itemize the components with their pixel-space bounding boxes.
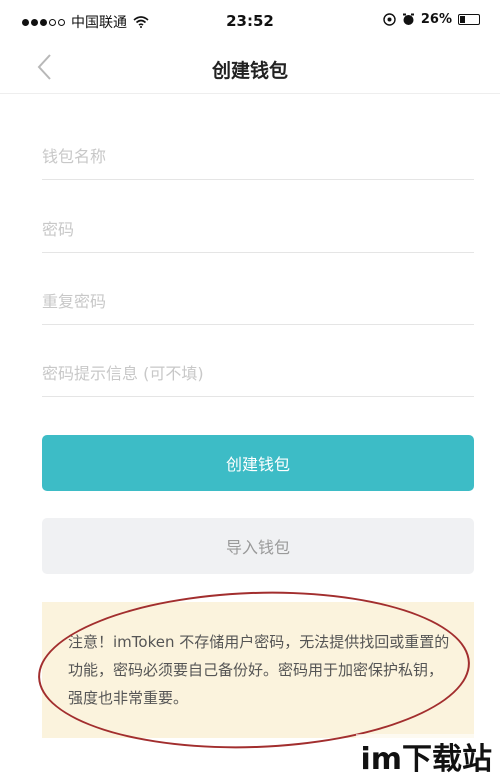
password-field [42,203,474,253]
import-wallet-button[interactable]: 导入钱包 [42,518,474,574]
page-title: 创建钱包 [211,60,288,82]
status-right: 26% [383,12,480,27]
warning-notice-text: 注意！imToken 不存储用户密码，无法提供找回或重置的功能，密码必须要自己备… [68,633,450,707]
battery-icon [458,14,480,25]
wallet-name-input[interactable] [42,136,474,176]
password-hint-input[interactable] [42,353,474,393]
watermark: im下载站 [356,734,496,778]
alarm-icon [402,13,414,25]
location-icon [383,13,396,26]
password-input[interactable] [42,209,474,249]
repeat-password-input[interactable] [42,281,474,321]
battery-percent: 26% [420,12,452,27]
password-hint-field [42,347,474,397]
nav-bar: 创建钱包 [0,44,500,94]
repeat-password-field [42,275,474,325]
create-wallet-button[interactable]: 创建钱包 [42,435,474,491]
wallet-name-field [42,130,474,180]
warning-notice: 注意！imToken 不存储用户密码，无法提供找回或重置的功能，密码必须要自己备… [42,602,474,738]
status-bar: 中国联通 23:52 26% [0,0,500,44]
